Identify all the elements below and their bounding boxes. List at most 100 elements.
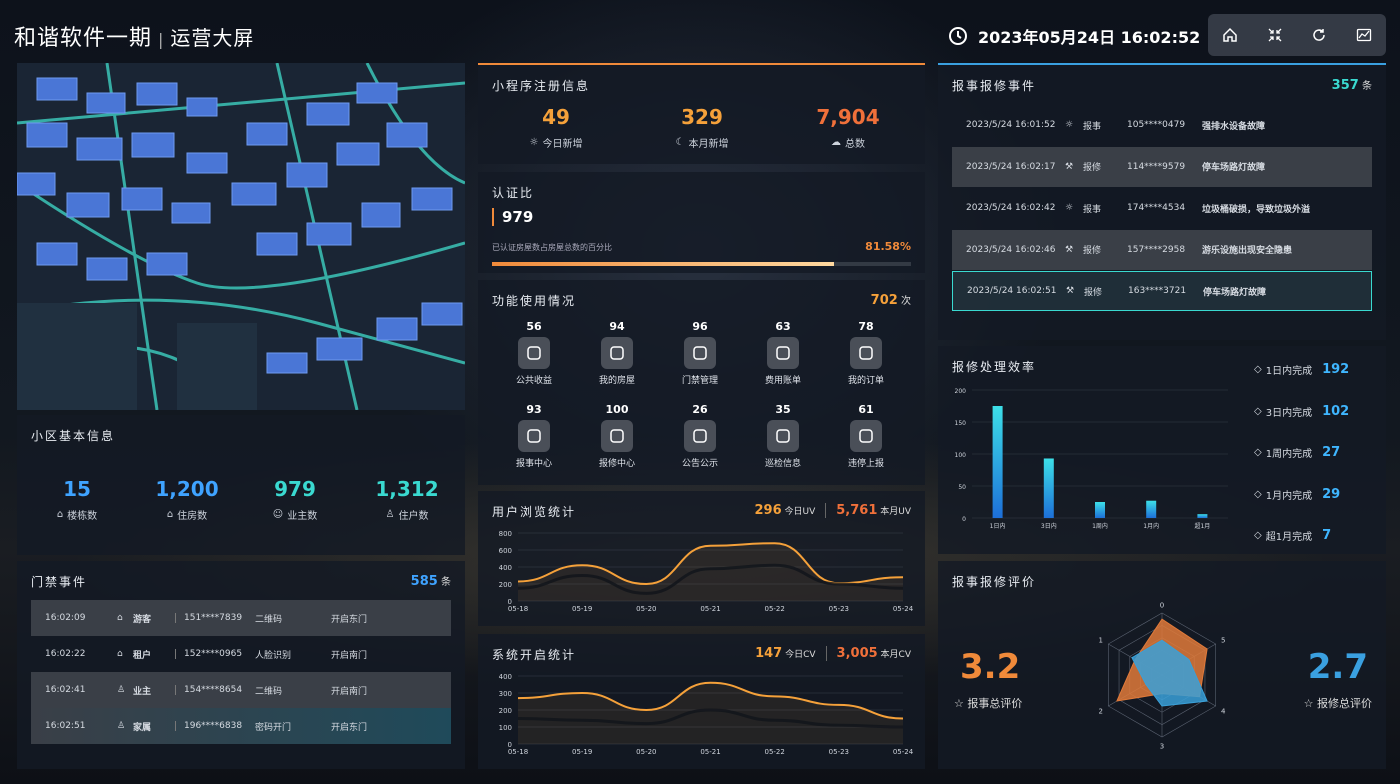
rating-report-value: 3.2 (960, 647, 1021, 687)
row-time: 2023/5/24 16:02:17 (966, 161, 1056, 172)
table-row[interactable]: 16:02:51 ♙ 家属 196****6838 密码开门 开启东门 (31, 708, 451, 744)
y-tick-label: 300 (499, 690, 512, 698)
row-type: 报事 (1083, 121, 1102, 132)
row-time: 16:02:22 (45, 649, 86, 659)
feature-item[interactable]: 78 我的订单 (836, 320, 896, 386)
x-tick-label: 05-22 (764, 605, 784, 613)
efficiency-label: 超1月完成 (1265, 532, 1313, 543)
wrench-icon: ⚒ (1066, 286, 1075, 296)
feature-item[interactable]: 26 公告公示 (670, 403, 730, 469)
table-row[interactable]: 2023/5/24 16:02:46 ⚒ 报修 157****2958 游乐设施… (952, 229, 1372, 270)
rating-repair-label-text: 报修总评价 (1317, 697, 1372, 710)
x-tick-label: 05-19 (572, 748, 592, 756)
table-row[interactable]: 2023/5/24 16:02:51 ⚒ 报修 163****3721 停车场路… (952, 271, 1372, 311)
rating-report-label-text: 报事总评价 (967, 697, 1023, 710)
row-phone: 105****0479 (1127, 120, 1186, 130)
system-stats-panel: 系统开启统计 147 今日CV 3,005 本月CV 0 100 200 300 400… (478, 634, 925, 769)
feature-item[interactable]: 63 费用账单 (753, 320, 813, 386)
community-info-title: 小区基本信息 (31, 429, 116, 443)
fullscreen-icon[interactable] (1264, 24, 1286, 46)
efficiency-item: ◇ 3日内完成 102 (1254, 404, 1349, 419)
feature-item[interactable]: 96 门禁管理 (670, 320, 730, 386)
row-gate: 开启东门 (331, 614, 368, 625)
table-row[interactable]: 16:02:09 ⌂ 游客 151****7839 二维码 开启东门 (31, 600, 451, 636)
efficiency-value: 102 (1322, 403, 1350, 419)
features-total-unit: 次 (901, 296, 911, 307)
table-row[interactable]: 2023/5/24 16:01:52 ☼ 报事 105****0479 强排水设… (952, 105, 1372, 145)
stat-label: 今日新增 (542, 139, 583, 150)
x-tick-label: 1日内 (990, 522, 1006, 530)
feature-label: 费用账单 (764, 376, 801, 386)
feature-item[interactable]: 93 报事中心 (504, 403, 564, 469)
row-method: 密码开门 (255, 722, 292, 733)
parking-icon (850, 420, 882, 452)
page-title: 和谐软件一期 | 运营大屏 (14, 26, 255, 51)
feature-item[interactable]: 94 我的房屋 (587, 320, 647, 386)
feature-count: 56 (526, 320, 542, 333)
x-tick-label: 05-22 (764, 748, 784, 756)
stat-buildings: 15 ⌂ 楼栋数 (37, 477, 117, 522)
stat-value: 1,200 (155, 477, 219, 501)
table-row[interactable]: 2023/5/24 16:02:17 ⚒ 报修 114****9579 停车场路… (952, 146, 1372, 187)
feature-item[interactable]: 61 违停上报 (836, 403, 896, 469)
reports-count: 357 条 (1332, 77, 1372, 93)
row-phone: 114****9579 (1127, 161, 1186, 172)
bar (1146, 500, 1157, 518)
feature-label: 违停上报 (847, 459, 884, 469)
browse-stats-panel: 用户浏览统计 296 今日UV 5,761 本月UV 0 200 400 600 800… (478, 491, 925, 626)
map-3d-buildings (17, 63, 465, 410)
efficiency-panel: 报修处理效率 0 50 100 150 200 1日内 3日内 1周内 1月内 超1月 ◇ 1日内… (938, 346, 1386, 554)
rating-title: 报事报修评价 (952, 575, 1037, 589)
wrench-icon: ⚒ (1065, 161, 1074, 172)
radar-axis-label: 0 (1160, 601, 1164, 609)
efficiency-value: 192 (1322, 362, 1350, 377)
stat-month: 329 ☾ 本月新增 (662, 105, 742, 150)
table-row[interactable]: 16:02:22 ⌂ 租户 152****0965 人脸识别 开启南门 (31, 636, 451, 672)
efficiency-icon: ◇ (1254, 405, 1262, 417)
feature-label: 公告公示 (681, 459, 718, 469)
bar (992, 406, 1003, 518)
auth-ratio-panel: 认证比 979 已认证房屋数占房屋总数的百分比 81.58% (478, 172, 925, 273)
alarm-icon: ☼ (1065, 120, 1074, 130)
efficiency-icon: ◇ (1254, 447, 1262, 458)
table-row[interactable]: 2023/5/24 16:02:42 ☼ 报事 174****4534 垃圾桶破… (952, 188, 1372, 228)
house-icon (601, 337, 633, 369)
stat-value: 979 (274, 477, 316, 501)
table-row[interactable]: 16:02:41 ♙ 业主 154****8654 二维码 开启南门 (31, 672, 451, 708)
efficiency-value: 27 (1322, 445, 1341, 460)
y-tick-label: 600 (499, 547, 512, 555)
stat-label: 住房数 (177, 511, 208, 522)
row-time: 2023/5/24 16:02:46 (966, 244, 1056, 255)
row-time: 2023/5/24 16:02:51 (967, 286, 1057, 296)
x-tick-label: 1周内 (1092, 522, 1108, 530)
row-phone: 163****3721 (1128, 286, 1187, 296)
y-tick-label: 800 (499, 530, 512, 538)
bar (1197, 514, 1208, 518)
bar (1095, 502, 1105, 518)
feature-label: 我的房屋 (598, 376, 635, 386)
miniapp-title: 小程序注册信息 (492, 79, 591, 93)
reports-count-value: 357 (1331, 78, 1359, 93)
row-phone: 174****4534 (1127, 203, 1186, 213)
chart-icon[interactable] (1353, 24, 1375, 46)
row-gate: 开启东门 (331, 722, 368, 733)
feature-count: 94 (609, 320, 625, 333)
row-type: 报修 (1083, 163, 1102, 173)
stat-label: 本月新增 (688, 139, 729, 150)
home-icon[interactable] (1219, 24, 1241, 46)
row-phone: 151****7839 (175, 613, 255, 623)
radar-axis-label: 2 (1099, 707, 1103, 715)
datetime-text: 2023年05月24日 16:02:52 (978, 28, 1201, 47)
alarm-icon (518, 420, 550, 452)
feature-item[interactable]: 100 报修中心 (587, 403, 647, 469)
city-map[interactable] (17, 63, 465, 410)
feature-count: 35 (775, 403, 791, 416)
y-tick-label: 200 (499, 581, 512, 589)
feature-count: 26 (692, 403, 708, 416)
order-icon (850, 337, 882, 369)
feature-item[interactable]: 35 巡检信息 (753, 403, 813, 469)
refresh-icon[interactable] (1308, 24, 1330, 46)
x-tick-label: 05-20 (636, 605, 656, 613)
community-info-panel: 小区基本信息 15 ⌂ 楼栋数 1,200 ⌂ 住房数 979 ☺ 业主数 1,312 ♙ 住户… (17, 415, 465, 555)
feature-item[interactable]: 56 公共收益 (504, 320, 564, 386)
